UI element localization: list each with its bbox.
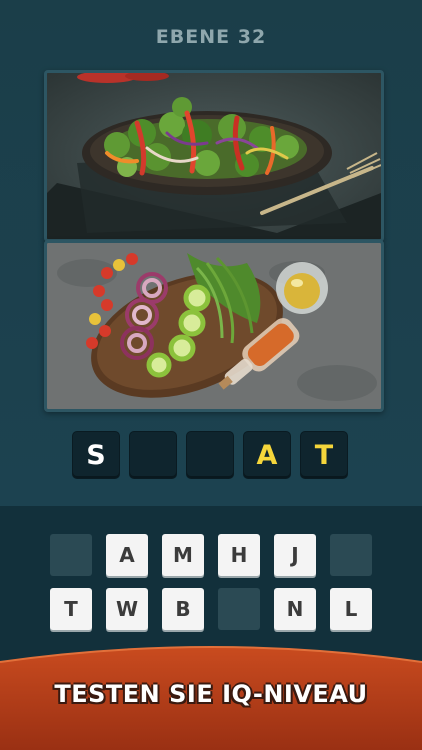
letter-key[interactable]: W (106, 588, 148, 630)
empty-key-slot (218, 588, 260, 630)
answer-slot[interactable] (186, 431, 234, 479)
banner-text: TESTEN SIE IQ-NIVEAU (54, 680, 368, 708)
answer-slot[interactable] (129, 431, 177, 479)
salad-photo (44, 70, 384, 242)
vegetables-photo (44, 240, 384, 412)
letter-key[interactable]: J (274, 534, 316, 576)
letter-key[interactable]: T (50, 588, 92, 630)
answer-slot[interactable]: T (300, 431, 348, 479)
letter-key[interactable]: A (106, 534, 148, 576)
letter-key[interactable]: L (330, 588, 372, 630)
answer-slot[interactable]: A (243, 431, 291, 479)
level-title: EBENE 32 (155, 26, 267, 48)
answer-slot[interactable]: S (72, 431, 120, 479)
empty-key-slot (330, 534, 372, 576)
letter-key[interactable]: M (162, 534, 204, 576)
letter-key[interactable]: H (218, 534, 260, 576)
letter-key[interactable]: N (274, 588, 316, 630)
letter-key[interactable]: B (162, 588, 204, 630)
empty-key-slot (50, 534, 92, 576)
